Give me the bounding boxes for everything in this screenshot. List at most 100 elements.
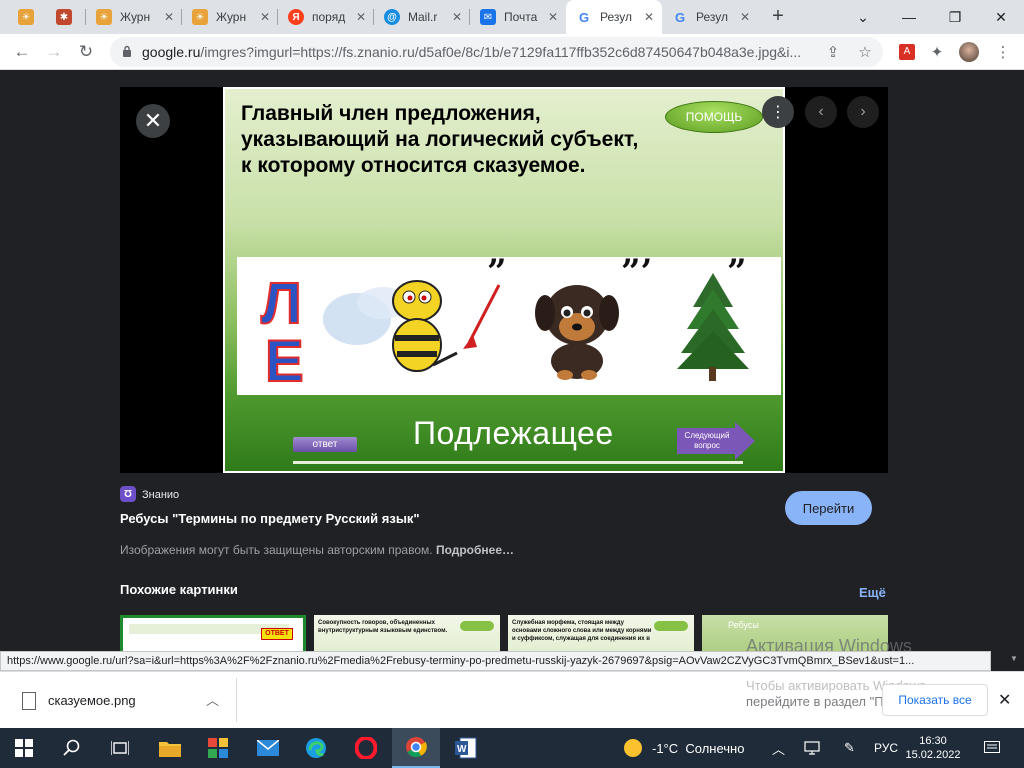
- next-question-arrow: Следующий вопрос: [677, 422, 755, 460]
- close-icon[interactable]: ✕: [356, 10, 366, 24]
- visit-button[interactable]: Перейти: [785, 491, 872, 525]
- tab-label: Журн: [120, 10, 151, 24]
- start-button[interactable]: [0, 728, 48, 768]
- sun-icon: ☀: [192, 9, 208, 25]
- source-name[interactable]: Знанио: [142, 489, 179, 501]
- weather-widget[interactable]: -1°C Солнечно: [624, 728, 744, 768]
- forward-button[interactable]: →: [42, 40, 66, 64]
- rebus-illustration: Л Е ” ”’ ”: [260, 252, 749, 395]
- new-tab-button[interactable]: +: [766, 5, 790, 29]
- sun-icon: ☀: [18, 9, 34, 25]
- svg-text:Е: Е: [265, 329, 304, 394]
- windows-taskbar: W -1°C Солнечно ︿ ✎ РУС 16:30 15.02.2022: [0, 728, 1024, 768]
- pdf-extension-icon[interactable]: A: [896, 41, 918, 63]
- weather-text: -1°C Солнечно: [652, 740, 745, 756]
- tab-pinned-2[interactable]: ✱: [46, 0, 86, 34]
- address-text[interactable]: google.ru/imgres?imgurl=https://fs.znani…: [142, 44, 817, 60]
- language-indicator[interactable]: РУС: [874, 728, 898, 768]
- tab-mailru[interactable]: @ Mail.r ✕: [374, 0, 470, 34]
- mailru-icon: @: [384, 9, 400, 25]
- word-icon[interactable]: W: [442, 728, 490, 768]
- close-icon[interactable]: ✕: [548, 10, 558, 24]
- close-icon[interactable]: ✕: [452, 10, 462, 24]
- close-download-bar-icon[interactable]: ✕: [998, 690, 1011, 710]
- chrome-icon[interactable]: [392, 728, 440, 768]
- restore-button[interactable]: ❐: [932, 0, 978, 34]
- answer-badge: ОТВЕТ: [261, 628, 293, 640]
- chevron-up-icon[interactable]: ︿: [206, 690, 219, 709]
- close-icon[interactable]: ✕: [740, 10, 750, 24]
- tab-label: Резул: [696, 10, 728, 24]
- sun-weather-icon: [624, 739, 642, 757]
- edge-icon[interactable]: [292, 728, 340, 768]
- slide-answer: Подлежащее: [413, 415, 614, 451]
- clock[interactable]: 16:30 15.02.2022: [905, 728, 961, 768]
- back-button[interactable]: ←: [10, 40, 34, 64]
- close-viewer-button[interactable]: ✕: [136, 104, 170, 138]
- apps-grid-icon[interactable]: [194, 728, 242, 768]
- minimize-button[interactable]: —: [886, 0, 932, 34]
- tab-search-chevron-icon[interactable]: ⌄: [840, 0, 886, 34]
- close-icon[interactable]: ✕: [164, 10, 174, 24]
- slide-help-button: ПОМОЩЬ: [665, 101, 763, 133]
- image-title[interactable]: Ребусы "Термины по предмету Русский язык…: [120, 511, 420, 526]
- windows-activation-title: Активация Windows: [746, 636, 912, 651]
- tab-strip: ☀ ✱ ☀ Журн ✕ ☀ Журн ✕ Я поряд ✕ @ Mail.r…: [0, 0, 1024, 34]
- tab-google-results-active[interactable]: G Резул ✕: [566, 0, 662, 34]
- download-file-name[interactable]: сказуемое.png: [48, 693, 136, 708]
- learn-more-link[interactable]: Подробнее…: [436, 543, 514, 557]
- mail-app-icon[interactable]: [244, 728, 292, 768]
- rebus-picture: Л Е ” ”’ ”: [237, 252, 781, 395]
- tab-google-results[interactable]: G Резул ✕: [662, 0, 758, 34]
- tab-pinned-1[interactable]: ☀: [8, 0, 42, 34]
- close-window-button[interactable]: ✕: [978, 0, 1024, 34]
- next-image-button[interactable]: ›: [847, 96, 879, 128]
- pen-icon[interactable]: ✎: [844, 728, 855, 768]
- svg-text:W: W: [457, 744, 467, 755]
- svg-text:Л: Л: [261, 271, 302, 336]
- address-bar[interactable]: google.ru/imgres?imgurl=https://fs.znani…: [110, 37, 883, 67]
- hidden-icons-chevron-icon[interactable]: ︿: [772, 728, 785, 768]
- similar-images-heading: Похожие картинки: [120, 582, 238, 597]
- similar-thumbnail-1[interactable]: ОТВЕТ: [120, 615, 306, 651]
- extensions-puzzle-icon[interactable]: ✦: [926, 41, 948, 63]
- tab-label: Резул: [600, 10, 632, 24]
- svg-text:”: ”: [487, 257, 507, 292]
- reload-button[interactable]: ↻: [74, 40, 98, 64]
- sun-icon: ☀: [96, 9, 112, 25]
- bookmark-star-icon[interactable]: ☆: [854, 41, 876, 63]
- file-explorer-icon[interactable]: [146, 728, 194, 768]
- date-text: 15.02.2022: [905, 749, 961, 761]
- similar-thumbnail-3[interactable]: Служебная морфема, стоящая между основам…: [508, 615, 694, 651]
- tab-label: Журн: [216, 10, 247, 24]
- more-options-icon[interactable]: ⋮: [762, 96, 794, 128]
- search-icon[interactable]: [48, 728, 96, 768]
- tab-journal-2[interactable]: ☀ Журн ✕: [182, 0, 278, 34]
- profile-avatar[interactable]: [958, 41, 980, 63]
- next-question-label: Следующий вопрос: [684, 431, 730, 450]
- thumbnail-text: Служебная морфема, стоящая между основам…: [512, 620, 652, 642]
- yandex-icon: Я: [288, 9, 304, 25]
- menu-kebab-icon[interactable]: ⋮: [992, 41, 1014, 63]
- preview-image[interactable]: Главный член предложения, указывающий на…: [223, 87, 785, 473]
- prev-image-button[interactable]: ‹: [805, 96, 837, 128]
- more-link[interactable]: Ещё: [859, 585, 886, 600]
- tab-journal-1[interactable]: ☀ Журн ✕: [86, 0, 182, 34]
- show-all-downloads-button[interactable]: Показать все: [882, 684, 988, 716]
- notifications-icon[interactable]: [984, 728, 1000, 768]
- opera-icon[interactable]: [342, 728, 390, 768]
- tab-yandex[interactable]: Я поряд ✕: [278, 0, 374, 34]
- znanio-logo-icon: Ʊ: [120, 486, 136, 502]
- scroll-down-arrow-icon[interactable]: ▼: [1010, 654, 1018, 663]
- task-view-icon[interactable]: [96, 728, 144, 768]
- share-icon[interactable]: ⇪: [822, 41, 844, 63]
- slide-underline: [293, 461, 743, 464]
- similar-thumbnail-2[interactable]: Совокупность говоров, объединенных внутр…: [314, 615, 500, 651]
- tab-mail[interactable]: ✉ Почта ✕: [470, 0, 566, 34]
- close-icon[interactable]: ✕: [260, 10, 270, 24]
- close-icon[interactable]: ✕: [644, 10, 654, 24]
- lock-icon: [123, 45, 131, 57]
- google-icon: G: [576, 9, 592, 25]
- network-icon[interactable]: [804, 728, 820, 768]
- svg-text:”: ”: [727, 257, 747, 292]
